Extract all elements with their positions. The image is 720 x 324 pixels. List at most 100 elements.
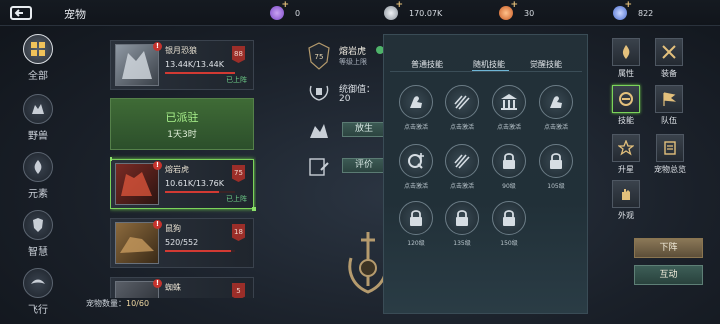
lava-tiger-icon — [121, 172, 152, 196]
skill-slot[interactable]: 点击激活 — [490, 85, 528, 131]
equipment-button[interactable]: 装备 — [652, 38, 686, 79]
level-badge: 18 — [232, 224, 245, 241]
lock-icon — [492, 201, 526, 235]
stationed-card[interactable]: 已派驻 1天3时 — [110, 98, 254, 150]
pet-count: 宠物数量：10/60 — [86, 299, 150, 308]
action-label: 宠物总览 — [654, 165, 686, 174]
category-element[interactable]: 元素 — [18, 152, 58, 200]
action-label: 外观 — [618, 211, 634, 220]
category-wisdom[interactable]: 智慧 — [18, 210, 58, 258]
skill-label: 点击激活 — [449, 124, 474, 131]
locked-skill-slot[interactable]: 105级 — [537, 144, 575, 190]
skill-label: 点击激活 — [403, 183, 428, 190]
command-value: 20 — [339, 94, 351, 104]
pet-overview-button[interactable]: 宠物总览 — [650, 134, 690, 175]
action-label: 技能 — [618, 116, 634, 125]
claw-slash-icon — [445, 144, 479, 178]
pet-card-selected[interactable]: ! 熔岩虎 10.61K/13.76K 75 已上阵 — [110, 157, 256, 211]
category-flying[interactable]: 飞行 — [18, 268, 58, 316]
locked-skill-slot[interactable]: 135级 — [443, 201, 481, 247]
element-icon — [23, 152, 53, 182]
tab-normal-skill[interactable]: 普通技能 — [411, 59, 443, 70]
temple-icon — [492, 85, 526, 119]
category-all[interactable]: 全部 — [18, 34, 58, 82]
release-icon — [307, 120, 331, 144]
pet-name: 鼠狗 — [165, 224, 181, 233]
withdraw-button[interactable]: 下阵 — [634, 238, 703, 258]
locked-skill-slot[interactable]: 120级 — [397, 201, 435, 247]
tab-random-skill[interactable]: 随机技能 — [473, 59, 505, 70]
back-arrow-icon — [10, 6, 32, 20]
pet-name: 熔岩虎 — [165, 165, 189, 174]
category-beast[interactable]: 野兽 — [18, 94, 58, 142]
pet-name: 银月恐狼 — [165, 46, 197, 55]
locked-skill-slot[interactable]: 90级 — [490, 144, 528, 190]
release-button[interactable]: 放生 — [342, 122, 386, 137]
skill-label: 150级 — [500, 240, 518, 247]
appearance-button[interactable]: 外观 — [609, 180, 643, 221]
resource-silver-coin[interactable]: 170.07K — [384, 0, 442, 22]
pet-portrait — [115, 44, 159, 86]
lock-icon — [492, 144, 526, 178]
claw-slash-icon — [445, 85, 479, 119]
pet-portrait — [115, 163, 159, 205]
category-label: 元素 — [28, 189, 48, 200]
plus-q-icon — [399, 144, 433, 178]
skill-panel: 普通技能 随机技能 觉醒技能 点击激活 点击激活 点击激活 点击激活 点击激活 — [383, 34, 588, 314]
hp-bar — [165, 250, 235, 252]
pet-card[interactable]: ! 鼠狗 520/552 18 — [110, 218, 254, 268]
book-icon — [656, 134, 684, 162]
tab-awaken-skill[interactable]: 觉醒技能 — [530, 59, 562, 70]
stationed-title: 已派驻 — [165, 111, 199, 124]
skill-button[interactable]: 技能 — [609, 85, 643, 126]
alert-badge: ! — [153, 220, 162, 229]
wolf-icon — [122, 51, 152, 79]
flame-icon — [612, 38, 640, 66]
lock-icon — [445, 201, 479, 235]
detail-pet-name: 熔岩虎 — [339, 47, 367, 57]
interact-button[interactable]: 互动 — [634, 265, 703, 285]
skill-label: 105级 — [547, 183, 565, 190]
orange-orb-icon — [499, 0, 518, 20]
skill-slot[interactable]: 点击激活 — [537, 85, 575, 131]
hp-bar — [165, 191, 235, 193]
category-label: 智慧 — [28, 247, 48, 258]
level-badge: 75 — [232, 165, 245, 182]
evaluate-button[interactable]: 评价 — [342, 158, 386, 173]
skill-slot[interactable]: 点击激活 — [397, 144, 435, 190]
alert-badge: ! — [153, 279, 162, 288]
pet-portrait — [115, 222, 159, 264]
skill-label: 点击激活 — [543, 124, 568, 131]
skill-slot[interactable]: 点击激活 — [443, 144, 481, 190]
attributes-button[interactable]: 属性 — [609, 38, 643, 79]
resource-purple-gem[interactable]: 0 — [270, 0, 300, 22]
alert-badge: ! — [153, 42, 162, 51]
skill-label: 点击激活 — [403, 124, 428, 131]
swords-icon — [655, 38, 683, 66]
pet-hp: 520/552 — [165, 238, 199, 247]
tab-divider — [390, 71, 582, 72]
star-up-button[interactable]: 升星 — [609, 134, 643, 175]
team-button[interactable]: 队伍 — [652, 85, 686, 126]
level-badge: 88 — [232, 46, 245, 63]
pet-card[interactable]: ! 银月恐狼 13.44K/13.44K 88 已上阵 — [110, 40, 254, 90]
evaluate-icon — [307, 156, 331, 180]
locked-skill-slot[interactable]: 150级 — [490, 201, 528, 247]
svg-text:75: 75 — [315, 53, 324, 61]
action-label: 装备 — [661, 69, 677, 78]
rat-dog-icon — [120, 237, 154, 253]
purple-gem-icon — [270, 0, 289, 20]
laurel-icon — [307, 82, 331, 106]
back-button[interactable] — [8, 4, 34, 22]
pet-card[interactable]: ! 蜘蛛 5 — [110, 277, 254, 298]
level-shield-icon: 75 — [307, 42, 331, 70]
skill-slot[interactable]: 点击激活 — [443, 85, 481, 131]
pet-hp: 10.61K/13.76K — [165, 179, 224, 188]
skill-slot[interactable]: 点击激活 — [397, 85, 435, 131]
skill-label: 135级 — [453, 240, 471, 247]
lock-icon — [539, 144, 573, 178]
resource-orange-orb[interactable]: 30 — [499, 0, 534, 22]
alert-badge: ! — [153, 161, 162, 170]
stationed-time: 1天3时 — [167, 130, 197, 140]
resource-blue-crystal[interactable]: 822 — [613, 0, 653, 22]
